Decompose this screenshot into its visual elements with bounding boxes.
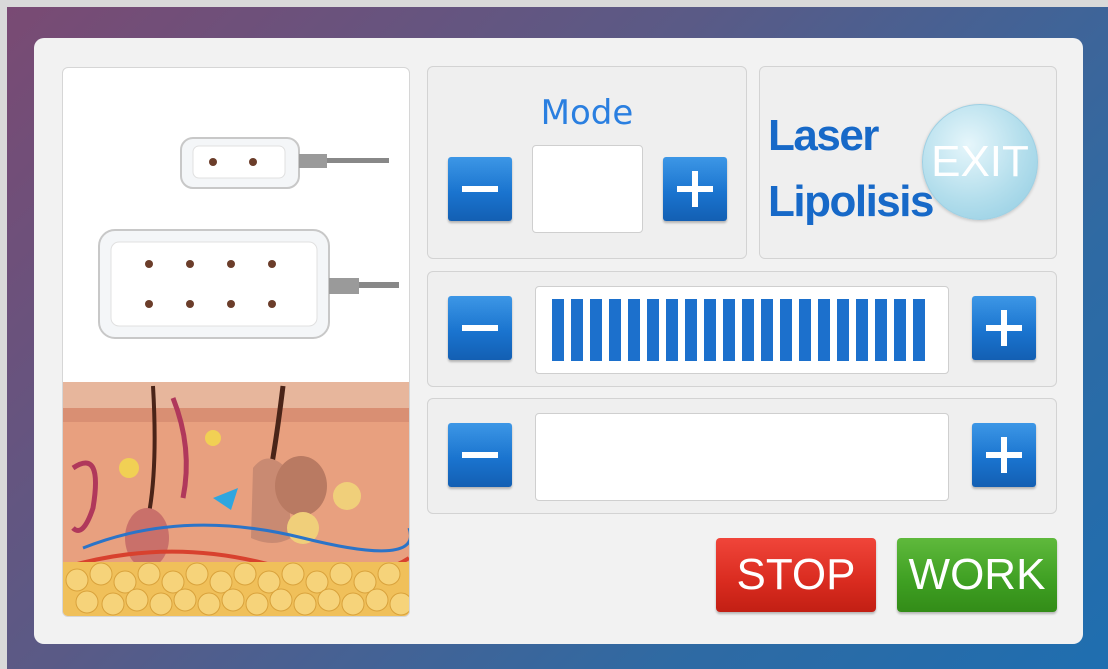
intensity-level-segment xyxy=(704,299,716,361)
minus-icon xyxy=(462,452,498,458)
title-panel: Laser Lipolisis EXIT xyxy=(759,66,1057,259)
device-illustration xyxy=(62,67,410,617)
minus-icon xyxy=(462,325,498,331)
intensity-level-segment xyxy=(761,299,773,361)
intensity-level-segment xyxy=(723,299,735,361)
mode-increase-button[interactable] xyxy=(663,157,727,221)
app-title-line2: Lipolisis xyxy=(768,177,934,226)
time-decrease-button[interactable] xyxy=(448,423,512,487)
intensity-level-segment xyxy=(590,299,602,361)
intensity-level-segment xyxy=(875,299,887,361)
intensity-level-segment xyxy=(742,299,754,361)
intensity-level-segment xyxy=(837,299,849,361)
window-left-border xyxy=(0,0,7,669)
plus-icon-vertical xyxy=(692,171,698,207)
mode-label: Mode xyxy=(540,93,634,133)
mode-value-display xyxy=(532,145,643,233)
time-panel xyxy=(427,398,1057,514)
intensity-level-segment xyxy=(609,299,621,361)
intensity-level-bar xyxy=(552,299,932,361)
intensity-level-segment xyxy=(856,299,868,361)
intensity-increase-button[interactable] xyxy=(972,296,1036,360)
mode-panel: Mode xyxy=(427,66,747,259)
time-value-display xyxy=(535,413,949,501)
device-and-skin-illustration xyxy=(63,137,409,616)
intensity-panel xyxy=(427,271,1057,387)
exit-button[interactable]: EXIT xyxy=(922,104,1038,220)
intensity-level-segment xyxy=(571,299,583,361)
intensity-level-segment xyxy=(552,299,564,361)
mode-decrease-button[interactable] xyxy=(448,157,512,221)
intensity-level-segment xyxy=(685,299,697,361)
intensity-level-segment xyxy=(913,299,925,361)
intensity-level-segment xyxy=(647,299,659,361)
time-increase-button[interactable] xyxy=(972,423,1036,487)
intensity-decrease-button[interactable] xyxy=(448,296,512,360)
intensity-level-segment xyxy=(799,299,811,361)
intensity-level-segment xyxy=(666,299,678,361)
intensity-level-display xyxy=(535,286,949,374)
main-panel: Mode Laser Lipolisis EXIT STOP WORK xyxy=(34,38,1083,644)
large-handpiece-image xyxy=(98,229,399,339)
work-button[interactable]: WORK xyxy=(897,538,1057,612)
plus-icon-vertical xyxy=(1001,437,1007,473)
plus-icon-vertical xyxy=(1001,310,1007,346)
intensity-level-segment xyxy=(780,299,792,361)
intensity-level-segment xyxy=(894,299,906,361)
skin-cross-section-image xyxy=(63,382,409,616)
small-handpiece-image xyxy=(180,137,389,189)
app-title-line1: Laser xyxy=(768,111,879,160)
intensity-level-segment xyxy=(628,299,640,361)
minus-icon xyxy=(462,186,498,192)
intensity-level-segment xyxy=(818,299,830,361)
stop-button[interactable]: STOP xyxy=(716,538,876,612)
window-top-border xyxy=(0,0,1108,7)
